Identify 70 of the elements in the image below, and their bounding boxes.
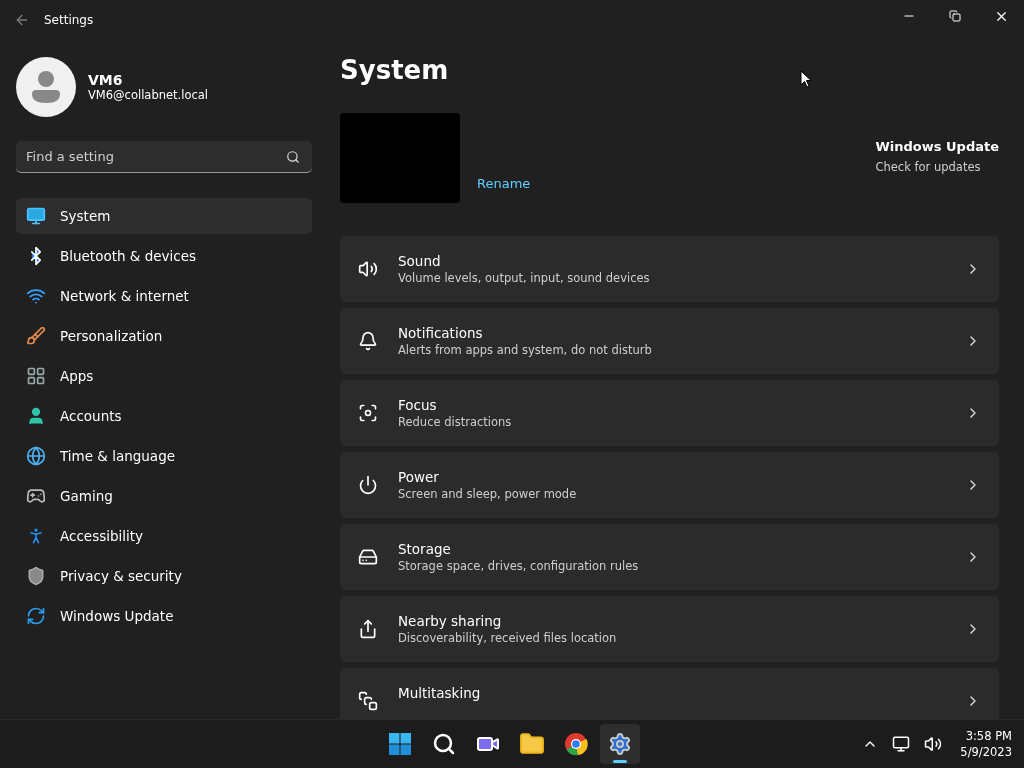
sidebar-item[interactable]: Bluetooth & devices: [16, 238, 312, 274]
windows-stack-icon: [358, 691, 378, 711]
card-description: Discoverability, received files location: [398, 631, 617, 645]
card-description: Reduce distractions: [398, 415, 512, 429]
browser-icon: [564, 732, 588, 757]
restore-icon: [949, 10, 961, 22]
speaker-icon: [358, 259, 378, 279]
search-icon: [432, 732, 456, 757]
start-icon: [388, 732, 412, 757]
clock-date[interactable]: 5/9/2023: [960, 744, 1012, 761]
person-silhouette-icon: [31, 70, 61, 104]
shield-icon: [26, 566, 46, 586]
page-title: System: [340, 55, 449, 85]
apps-grid-icon: [26, 366, 46, 386]
speaker-icon[interactable]: [924, 735, 943, 754]
sidebar-item[interactable]: Apps: [16, 358, 312, 394]
update-icon: [26, 606, 46, 626]
window-title: Settings: [44, 13, 94, 27]
settings-card[interactable]: Notifications Alerts from apps and system, do not disturb: [340, 308, 999, 374]
drive-icon: [358, 547, 378, 567]
sidebar-item[interactable]: System: [16, 198, 312, 234]
card-title: Nearby sharing: [398, 613, 503, 629]
gamepad-icon: [26, 486, 46, 506]
sidebar-item[interactable]: Gaming: [16, 478, 312, 514]
card-title: Notifications: [398, 325, 484, 341]
settings-card[interactable]: Sound Volume levels, output, input, sound devices: [340, 236, 999, 302]
card-description: Storage space, drives, configuration rules: [398, 559, 639, 573]
monitor-icon: [26, 206, 46, 226]
clock-time[interactable]: 3:58 PM: [965, 728, 1012, 745]
person-icon: [26, 406, 46, 426]
user-email: VM6@collabnet.local: [88, 88, 209, 102]
bell-icon: [358, 331, 378, 351]
sidebar-item[interactable]: Time & language: [16, 438, 312, 474]
share-icon: [358, 619, 378, 639]
back-icon[interactable]: [14, 12, 30, 28]
active-indicator: [613, 760, 627, 764]
card-title: Focus: [398, 397, 438, 413]
search-field[interactable]: Find a setting: [16, 141, 312, 173]
card-title: Sound: [398, 253, 442, 269]
sidebar-item[interactable]: Accounts: [16, 398, 312, 434]
sidebar-item[interactable]: Personalization: [16, 318, 312, 354]
card-description: Volume levels, output, input, sound devices: [398, 271, 650, 285]
settings-card[interactable]: Nearby sharing Discoverability, received files location: [340, 596, 999, 662]
globe-clock-icon: [26, 446, 46, 466]
card-title: Power: [398, 469, 440, 485]
sidebar-item[interactable]: Privacy & security: [16, 558, 312, 594]
mouse-pointer-icon: [800, 70, 812, 88]
power-icon: [358, 475, 378, 495]
network-icon[interactable]: [892, 735, 911, 754]
settings-card[interactable]: Power Screen and sleep, power mode: [340, 452, 999, 518]
gear-icon: [608, 732, 632, 757]
card-title: Multitasking: [398, 685, 481, 701]
card-title: Storage: [398, 541, 452, 557]
wifi-icon: [26, 286, 46, 306]
taskbar-app[interactable]: [600, 724, 640, 765]
card-description: Alerts from apps and system, do not disturb: [398, 343, 652, 357]
sidebar-item[interactable]: Windows Update: [16, 598, 312, 634]
update-status: Check for updates: [875, 160, 982, 174]
brush-icon: [26, 326, 46, 346]
settings-card[interactable]: Focus Reduce distractions: [340, 380, 999, 446]
user-name: VM6: [88, 72, 124, 88]
search-icon: [286, 150, 300, 164]
update-title[interactable]: Windows Update: [875, 139, 999, 154]
settings-card[interactable]: Multitasking: [340, 668, 999, 720]
rename-link[interactable]: Rename: [477, 176, 531, 191]
sidebar-item[interactable]: Accessibility: [16, 518, 312, 554]
card-description: Screen and sleep, power mode: [398, 487, 577, 501]
sidebar-item[interactable]: Network & internet: [16, 278, 312, 314]
settings-card[interactable]: Storage Storage space, drives, configuration rules: [340, 524, 999, 590]
focus-icon: [358, 403, 378, 423]
